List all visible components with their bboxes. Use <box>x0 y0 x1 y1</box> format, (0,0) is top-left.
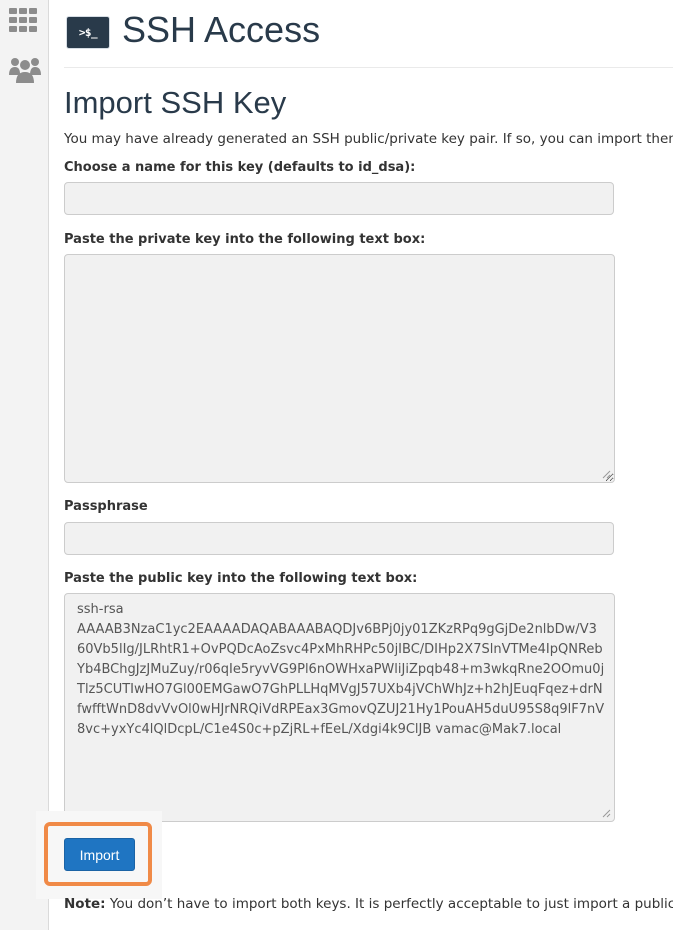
page-title: SSH Access <box>122 9 321 50</box>
public-key-content: ssh-rsa AAAAB3NzaC1yc2EAAAADAQABAAABAQDJ… <box>77 602 605 737</box>
note-body: You don’t have to import both keys. It i… <box>109 896 673 912</box>
sidebar <box>0 0 49 930</box>
private-key-label: Paste the private key into the following… <box>64 232 426 247</box>
passphrase-label: Passphrase <box>64 499 148 514</box>
note-label: Note: <box>64 896 106 912</box>
key-name-input[interactable] <box>64 182 614 215</box>
note-text: Note: You don’t have to import both keys… <box>64 896 673 912</box>
key-name-label: Choose a name for this key (defaults to … <box>64 160 416 175</box>
page-header: >$_ SSH Access <box>64 9 673 68</box>
intro-text: You may have already generated an SSH pu… <box>64 131 673 147</box>
resize-grip-icon[interactable] <box>601 469 611 479</box>
users-icon[interactable] <box>9 55 41 85</box>
section-title: Import SSH Key <box>64 85 287 120</box>
public-key-label: Paste the public key into the following … <box>64 571 418 586</box>
private-key-textarea[interactable] <box>64 254 615 483</box>
header-divider <box>64 67 673 68</box>
terminal-icon: >$_ <box>67 17 109 48</box>
import-button[interactable]: Import <box>64 838 135 871</box>
passphrase-input[interactable] <box>64 522 614 555</box>
grid-apps-icon[interactable] <box>9 8 39 32</box>
resize-grip-icon[interactable] <box>601 808 611 818</box>
